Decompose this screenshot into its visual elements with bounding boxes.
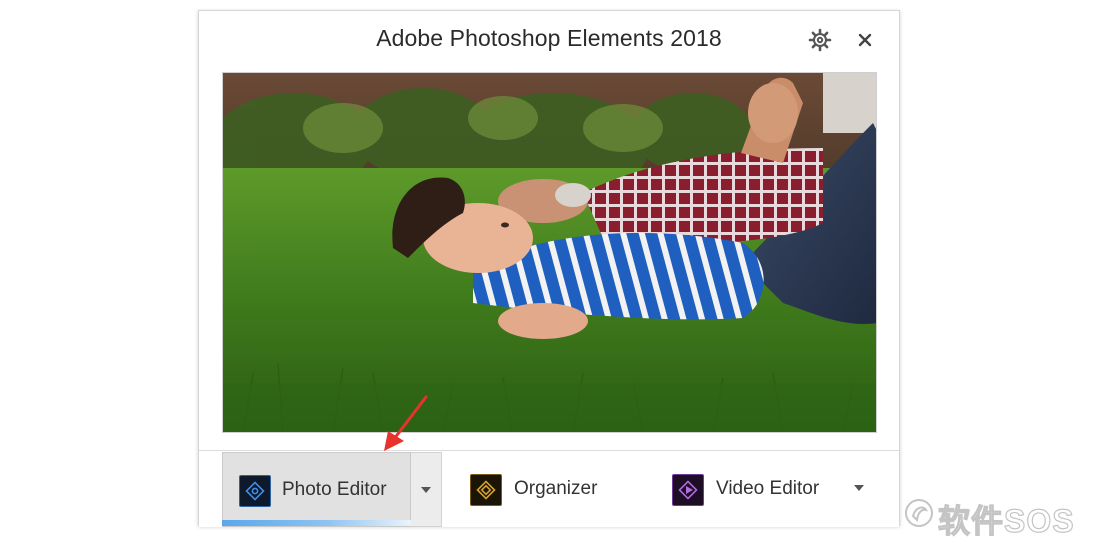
organizer-icon xyxy=(470,474,502,506)
chevron-down-icon xyxy=(854,485,864,491)
chevron-down-icon xyxy=(421,487,431,493)
title-bar: Adobe Photoshop Elements 2018 xyxy=(199,11,899,71)
video-editor-dropdown[interactable] xyxy=(849,481,869,495)
photo-editor-button[interactable]: Photo Editor xyxy=(222,452,411,527)
organizer-button[interactable]: Organizer xyxy=(464,452,634,527)
screen: Adobe Photoshop Elements 2018 Photo Edit… xyxy=(0,0,1100,543)
video-editor-button[interactable]: Video Editor xyxy=(667,452,842,527)
photo-editor-label: Photo Editor xyxy=(282,479,387,500)
hero-image xyxy=(222,72,877,433)
video-editor-label: Video Editor xyxy=(716,478,820,499)
watermark: 软件SOS xyxy=(904,496,1094,540)
photo-editor-dropdown[interactable] xyxy=(411,452,442,527)
loading-progress-bar xyxy=(222,520,411,526)
close-icon[interactable] xyxy=(854,29,876,51)
photo-editor-icon xyxy=(239,475,271,507)
gear-icon[interactable] xyxy=(808,28,832,52)
watermark-logo-icon xyxy=(905,499,933,527)
window-title: Adobe Photoshop Elements 2018 xyxy=(376,25,722,51)
organizer-label: Organizer xyxy=(514,478,598,499)
launcher-window: Adobe Photoshop Elements 2018 Photo Edit… xyxy=(198,10,900,527)
watermark-text: 软件SOS xyxy=(937,502,1075,539)
app-launcher-bar: Photo Editor Organizer Video Editor xyxy=(199,450,899,527)
video-editor-icon xyxy=(672,474,704,506)
